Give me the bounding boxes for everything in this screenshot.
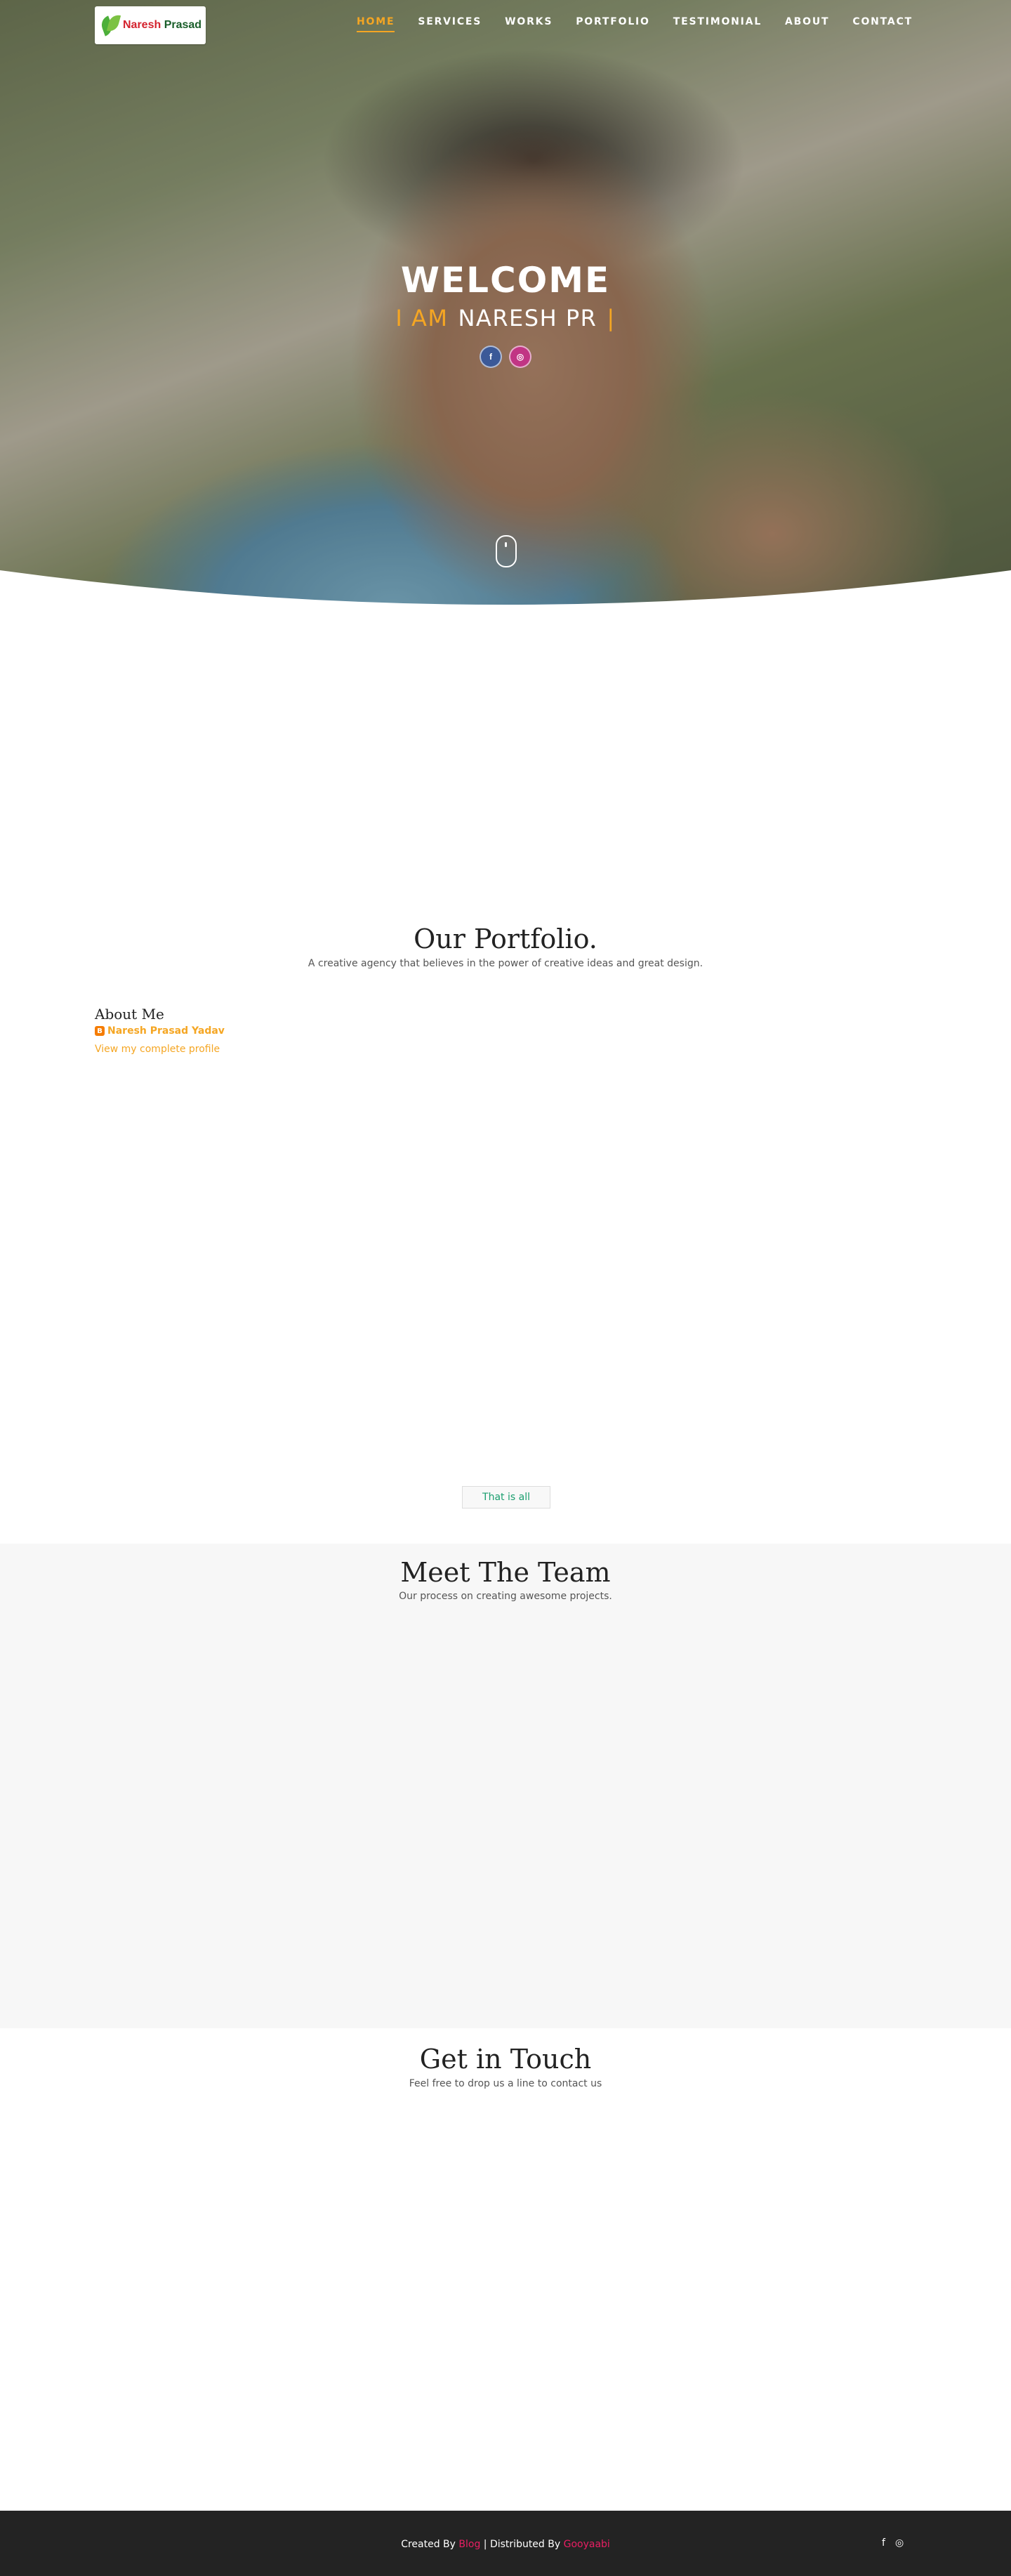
footer-socials: f ◎ [882,2537,904,2549]
site-footer: Created By Blog | Distributed By Gooyaab… [0,2511,1011,2576]
logo-word-1: Naresh [123,19,161,31]
about-widget: About Me B Naresh Prasad Yadav View my c… [95,1006,225,1055]
view-profile-link[interactable]: View my complete profile [95,1044,225,1055]
nav-services[interactable]: SERVICES [418,16,482,27]
nav-testimonial[interactable]: TESTIMONIAL [673,16,762,27]
distributed-by-text: | Distributed By [483,2539,561,2550]
distributor-link[interactable]: Gooyaabi [564,2539,610,2550]
profile-name-link[interactable]: B Naresh Prasad Yadav [95,1025,225,1037]
team-title: Meet The Team [400,1557,611,1588]
typing-headline: I AM NARESH PR | [0,305,1011,331]
footer-credits: Created By Blog | Distributed By Gooyaab… [0,2539,1011,2550]
contact-subtitle: Feel free to drop us a line to contact u… [409,2078,602,2089]
hero-bottom-curve [0,570,1011,618]
profile-name: Naresh Prasad Yadav [107,1025,225,1037]
facebook-icon[interactable]: f [882,2537,885,2549]
site-logo[interactable]: Naresh Prasad [95,6,206,44]
logo-word-2: Prasad [164,19,202,31]
blogger-icon: B [95,1026,105,1036]
scroll-down-mouse-icon[interactable] [496,535,517,567]
team-section [0,1544,1011,2028]
typing-cursor: | [607,305,616,331]
leaf-icon [98,11,121,39]
team-subtitle: Our process on creating awesome projects… [399,1591,612,1602]
top-navigation: Naresh Prasad HOME SERVICES WORKS PORTFO… [0,0,1011,46]
that-is-all-button[interactable]: That is all [462,1486,550,1509]
created-by-text: Created By [401,2539,456,2550]
hero-section: Naresh Prasad HOME SERVICES WORKS PORTFO… [0,0,1011,618]
portfolio-title: Our Portfolio. [414,924,597,954]
contact-title: Get in Touch [419,2044,592,2075]
nav-works[interactable]: WORKS [505,16,553,27]
hero-socials: f ◎ [0,346,1011,368]
welcome-heading: WELCOME [400,260,611,301]
iam-prefix: I AM [395,305,449,331]
about-title: About Me [95,1006,164,1023]
nav-home[interactable]: HOME [357,16,395,32]
instagram-icon[interactable]: ◎ [895,2537,904,2549]
portfolio-subtitle: A creative agency that believes in the p… [308,958,703,969]
nav-about[interactable]: ABOUT [785,16,829,27]
hero-content: WELCOME I AM NARESH PR | f ◎ [0,260,1011,368]
nav-contact[interactable]: CONTACT [852,16,913,27]
blog-link[interactable]: Blog [458,2539,480,2550]
facebook-icon[interactable]: f [480,346,502,368]
logo-text: Naresh Prasad [123,19,201,32]
main-menu: HOME SERVICES WORKS PORTFOLIO TESTIMONIA… [357,16,913,32]
nav-portfolio[interactable]: PORTFOLIO [576,16,650,27]
typed-name: NARESH PR [458,305,597,331]
instagram-icon[interactable]: ◎ [509,346,531,368]
